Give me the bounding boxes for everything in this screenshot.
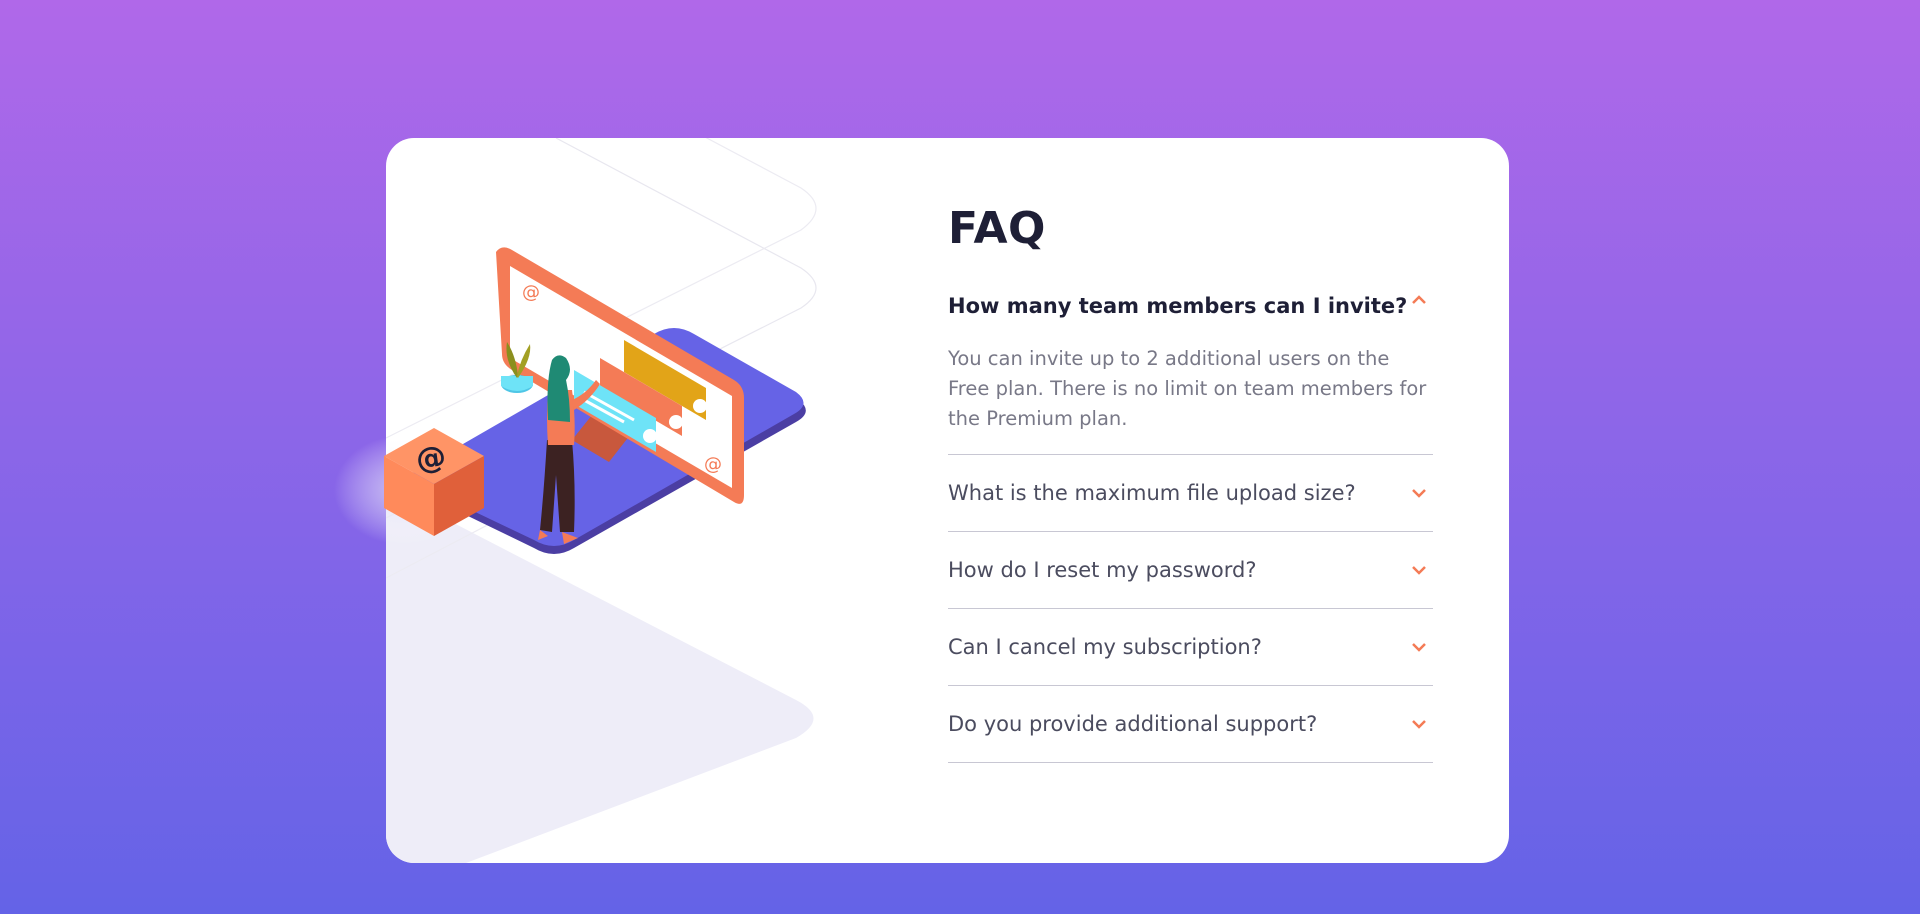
chevron-down-icon[interactable]	[1411, 718, 1427, 730]
faq-card: @ @ @ FAQ How many team members can I in…	[334, 138, 1509, 863]
chevron-down-icon[interactable]	[1411, 564, 1427, 576]
faq-question-text[interactable]: How do I reset my password?	[948, 558, 1256, 582]
faq-item[interactable]: What is the maximum file upload size?	[948, 455, 1433, 532]
faq-question-text[interactable]: How many team members can I invite?	[948, 294, 1407, 318]
chevron-down-icon[interactable]	[1411, 487, 1427, 499]
faq-item[interactable]: How do I reset my password?	[948, 532, 1433, 609]
faq-item[interactable]: How many team members can I invite? You …	[948, 294, 1433, 455]
faq-item[interactable]: Do you provide additional support?	[948, 686, 1433, 763]
faq-question-toggle[interactable]: How many team members can I invite?	[948, 294, 1433, 340]
faq-question-toggle[interactable]: What is the maximum file upload size?	[948, 455, 1433, 531]
faq-question-text[interactable]: Can I cancel my subscription?	[948, 635, 1262, 659]
chevron-up-icon[interactable]	[1411, 294, 1427, 306]
faq-answer: You can invite up to 2 additional users …	[948, 347, 1427, 430]
faq-question-text[interactable]: What is the maximum file upload size?	[948, 481, 1356, 505]
faq-question-toggle[interactable]: Do you provide additional support?	[948, 686, 1433, 762]
svg-text:@: @	[704, 454, 722, 475]
chevron-down-icon[interactable]	[1411, 641, 1427, 653]
svg-text:@: @	[414, 439, 449, 478]
faq-question-toggle[interactable]: How do I reset my password?	[948, 532, 1433, 608]
faq-question-toggle[interactable]: Can I cancel my subscription?	[948, 609, 1433, 685]
svg-text:@: @	[522, 282, 540, 303]
faq-item[interactable]: Can I cancel my subscription?	[948, 609, 1433, 686]
faq-question-text[interactable]: Do you provide additional support?	[948, 712, 1317, 736]
woman-at-computer-illustration: @ @ @	[334, 247, 806, 554]
faq-section: FAQ How many team members can I invite? …	[948, 204, 1433, 763]
page-title: FAQ	[948, 203, 1046, 254]
